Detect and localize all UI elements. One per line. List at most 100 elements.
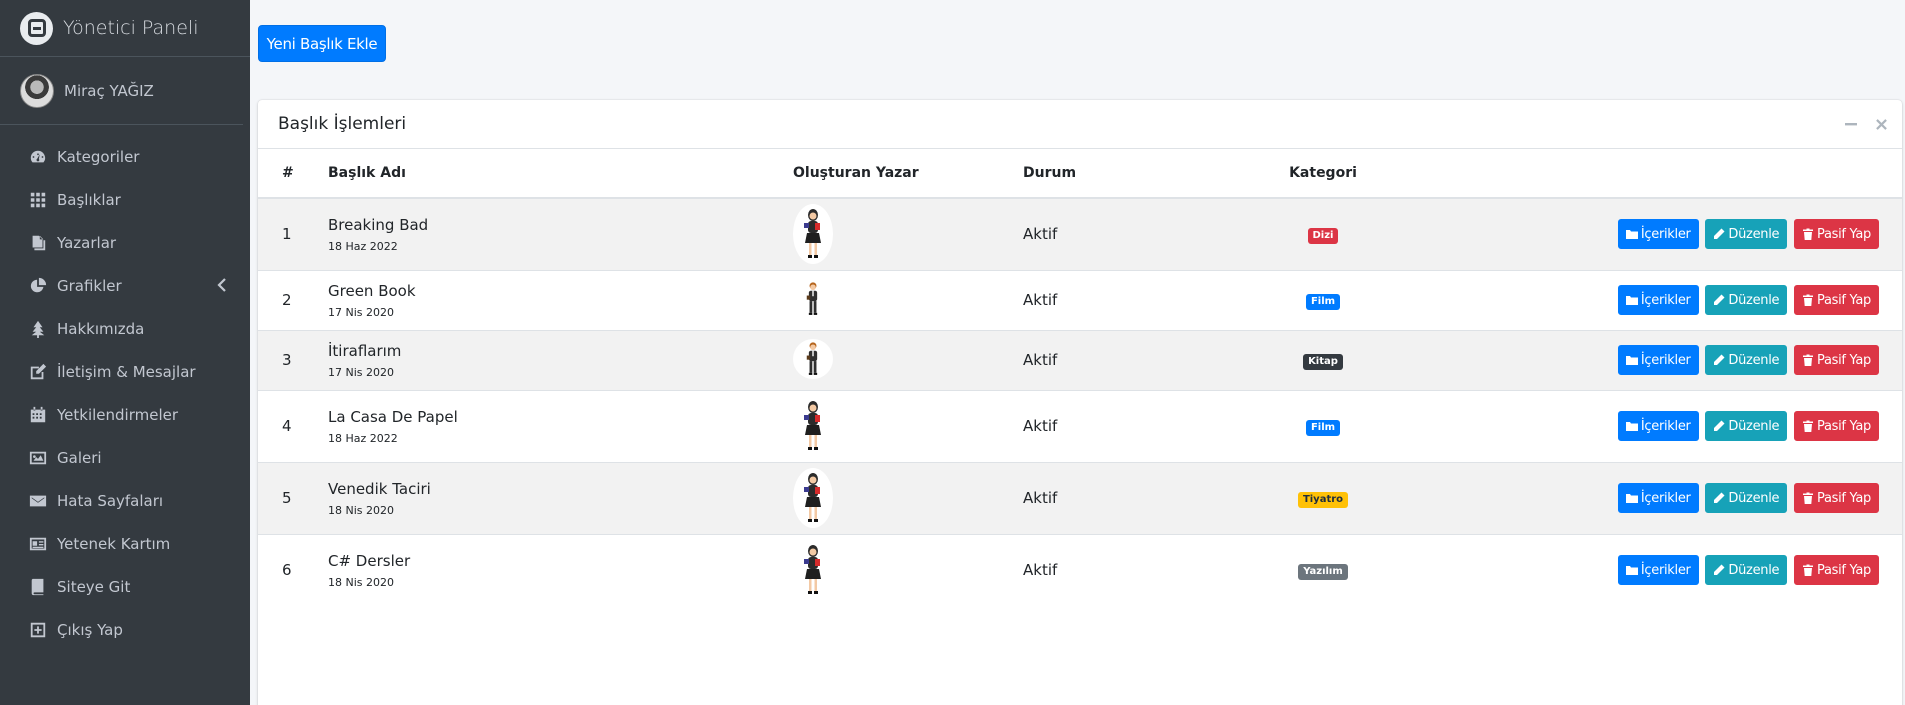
contents-button[interactable]: İçerikler (1617, 483, 1699, 513)
sidebar-item-galeri[interactable]: Galeri (0, 436, 250, 479)
image-icon (28, 448, 48, 468)
pencil-icon (1714, 294, 1725, 305)
sidebar-item-label: Grafikler (57, 276, 122, 295)
title-date: 17 Nis 2020 (328, 305, 394, 319)
contents-label: İçerikler (1640, 292, 1691, 308)
title-date: 18 Haz 2022 (328, 239, 398, 253)
pencil-icon (1714, 492, 1725, 503)
female-author-avatar[interactable] (793, 204, 833, 265)
title-date: 18 Haz 2022 (328, 431, 398, 445)
author-cell (793, 197, 1023, 270)
deactivate-button[interactable]: Pasif Yap (1794, 555, 1879, 586)
folder-icon (1625, 356, 1638, 365)
category-cell: Dizi (1253, 197, 1393, 270)
table-header-row: # Başlık Adı Oluşturan Yazar Durum Kateg… (258, 149, 1902, 199)
card-tools (1844, 116, 1888, 132)
edit-label: Düzenle (1728, 562, 1780, 578)
sidebar: Yönetici Paneli Miraç YAĞIZ Kategoriler … (0, 0, 250, 705)
pencil-icon (1714, 354, 1725, 365)
deactivate-button[interactable]: Pasif Yap (1794, 345, 1879, 375)
folder-icon (1625, 494, 1638, 503)
contents-label: İçerikler (1640, 562, 1691, 578)
actions-cell: İçerikler Düzenle Pasif Yap (1393, 269, 1902, 330)
category-badge: Yazılım (1298, 564, 1348, 581)
sidebar-item-kategoriler[interactable]: Kategoriler (0, 135, 250, 178)
table-row: 3 İtiraflarım 17 Nis 2020 Aktif Kitap İç… (258, 329, 1902, 390)
brand-title: Yönetici Paneli (63, 17, 199, 39)
title-date: 18 Nis 2020 (328, 575, 394, 589)
folder-icon (1625, 296, 1638, 305)
deactivate-button[interactable]: Pasif Yap (1794, 411, 1879, 441)
sidebar-item-yetenek-kartim[interactable]: Yetenek Kartım (0, 522, 250, 565)
edit-button[interactable]: Düzenle (1705, 345, 1788, 375)
category-badge: Kitap (1303, 354, 1343, 370)
user-panel[interactable]: Miraç YAĞIZ (0, 57, 243, 125)
title-cell: C# Dersler 18 Nis 2020 (328, 533, 793, 606)
sidebar-item-yazarlar[interactable]: Yazarlar (0, 221, 250, 264)
sidebar-item-hakkimizda[interactable]: Hakkımızda (0, 307, 250, 350)
contents-button[interactable]: İçerikler (1617, 555, 1699, 586)
title-cell: Breaking Bad 18 Haz 2022 (328, 197, 793, 270)
sidebar-item-label: Yazarlar (57, 233, 117, 252)
card-header: Başlık İşlemleri (258, 100, 1902, 149)
female-author-avatar[interactable] (793, 396, 833, 456)
author-cell (793, 329, 1023, 390)
male-author-avatar[interactable] (793, 279, 833, 319)
sidebar-item-hata-sayfalari[interactable]: Hata Sayfaları (0, 479, 250, 522)
row-number: 3 (258, 329, 328, 390)
close-icon[interactable] (1874, 116, 1888, 132)
category-cell: Film (1253, 269, 1393, 330)
grid-icon (28, 190, 48, 210)
title-name: La Casa De Papel (328, 407, 458, 426)
category-badge: Dizi (1307, 228, 1339, 245)
contents-button[interactable]: İçerikler (1617, 345, 1699, 375)
sidebar-item-grafikler[interactable]: Grafikler (0, 264, 250, 307)
title-name: C# Dersler (328, 551, 411, 570)
sidebar-item-label: Başlıklar (57, 190, 121, 209)
sidebar-item-siteye-git[interactable]: Siteye Git (0, 565, 250, 608)
add-title-button[interactable]: Yeni Başlık Ekle (258, 25, 386, 62)
sidebar-item-yetkilendirmeler[interactable]: Yetkilendirmeler (0, 393, 250, 436)
status-text: Aktif (1023, 197, 1253, 270)
contents-button[interactable]: İçerikler (1617, 411, 1699, 441)
category-cell: Kitap (1253, 329, 1393, 390)
edit-icon (28, 362, 48, 382)
title-name: Green Book (328, 281, 416, 300)
deactivate-button[interactable]: Pasif Yap (1794, 483, 1879, 513)
minimize-icon[interactable] (1844, 116, 1858, 132)
deactivate-button[interactable]: Pasif Yap (1794, 285, 1879, 315)
title-cell: Venedik Taciri 18 Nis 2020 (328, 461, 793, 534)
row-number: 2 (258, 269, 328, 330)
tree-icon (28, 319, 48, 339)
male-author-avatar[interactable] (793, 339, 833, 379)
column-header-status: Durum (1023, 149, 1253, 199)
chevron-left-icon (217, 278, 226, 292)
edit-button[interactable]: Düzenle (1705, 411, 1788, 441)
brand-link[interactable]: Yönetici Paneli (0, 0, 250, 57)
female-author-avatar[interactable] (793, 468, 833, 528)
sidebar-item-label: Siteye Git (57, 577, 131, 596)
title-cell: Green Book 17 Nis 2020 (328, 269, 793, 330)
contents-label: İçerikler (1640, 226, 1691, 242)
title-date: 17 Nis 2020 (328, 365, 394, 379)
edit-button[interactable]: Düzenle (1705, 483, 1788, 513)
author-cell (793, 389, 1023, 462)
table-row: 4 La Casa De Papel 18 Haz 2022 Aktif Fil… (258, 389, 1902, 462)
contents-label: İçerikler (1640, 352, 1691, 368)
deactivate-button[interactable]: Pasif Yap (1794, 219, 1879, 250)
contents-button[interactable]: İçerikler (1617, 285, 1699, 315)
female-author-avatar[interactable] (793, 540, 833, 601)
trash-icon (1803, 354, 1813, 366)
sidebar-item-basliklar[interactable]: Başlıklar (0, 178, 250, 221)
sidebar-item-label: Galeri (57, 448, 102, 467)
edit-button[interactable]: Düzenle (1705, 219, 1788, 250)
table-row: 5 Venedik Taciri 18 Nis 2020 Aktif Tiyat… (258, 461, 1902, 534)
sidebar-item-iletisim[interactable]: İletişim & Mesajlar (0, 350, 250, 393)
brand-logo-icon (20, 11, 53, 45)
edit-button[interactable]: Düzenle (1705, 555, 1788, 586)
contents-button[interactable]: İçerikler (1617, 219, 1699, 250)
title-cell: İtiraflarım 17 Nis 2020 (328, 329, 793, 390)
sidebar-item-label: Kategoriler (57, 147, 140, 166)
edit-button[interactable]: Düzenle (1705, 285, 1788, 315)
sidebar-item-cikis-yap[interactable]: Çıkış Yap (0, 608, 250, 651)
